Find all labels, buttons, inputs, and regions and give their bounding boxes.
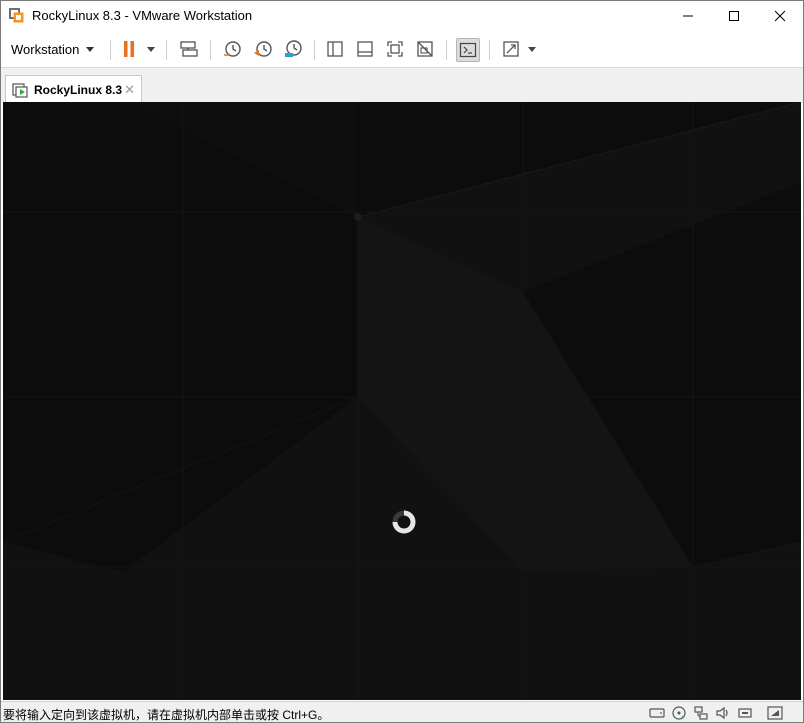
pause-icon	[124, 41, 134, 57]
close-icon	[774, 10, 786, 22]
toolbar-divider	[110, 40, 111, 60]
show-library-button[interactable]	[324, 38, 346, 60]
toolbar-divider	[314, 40, 315, 60]
console-view-button[interactable]	[456, 38, 480, 62]
take-snapshot-button[interactable]	[221, 38, 243, 60]
sound-icon[interactable]	[715, 706, 731, 720]
revert-snapshot-icon	[254, 41, 272, 57]
maximize-icon	[729, 11, 739, 21]
stretch-icon	[503, 41, 519, 57]
vmware-app-icon	[9, 8, 25, 24]
unity-icon	[417, 41, 433, 57]
loading-spinner-icon	[392, 510, 416, 534]
snapshot-manager-icon	[285, 40, 302, 57]
toolbar-divider	[210, 40, 211, 60]
snapshot-manager-button[interactable]	[282, 38, 304, 60]
stretch-guest-button[interactable]	[500, 38, 522, 60]
vm-background-pattern	[3, 102, 801, 700]
toolbar: Workstation	[1, 31, 803, 67]
cd-dvd-icon[interactable]	[671, 706, 687, 720]
thumbnail-icon	[357, 41, 373, 57]
message-icon[interactable]	[767, 706, 783, 720]
status-message: 要将输入定向到该虚拟机，请在虚拟机内部单击或按 Ctrl+G。	[3, 708, 330, 722]
send-ctrl-alt-del-button[interactable]	[178, 38, 200, 60]
vm-console-screen[interactable]	[3, 102, 801, 700]
usb-icon[interactable]	[737, 706, 753, 720]
maximize-button[interactable]	[711, 1, 757, 31]
sidebar-icon	[327, 41, 343, 57]
network-icon[interactable]	[693, 706, 709, 720]
vm-tab-strip: RockyLinux 8.3 ✕	[1, 67, 803, 103]
minimize-icon	[683, 15, 693, 17]
fullscreen-icon	[387, 41, 403, 57]
send-keys-icon	[180, 41, 198, 57]
snapshot-icon	[224, 41, 241, 57]
tab-close-icon[interactable]: ✕	[124, 82, 135, 98]
tab-label: RockyLinux 8.3	[34, 82, 123, 97]
toolbar-divider	[489, 40, 490, 60]
close-button[interactable]	[757, 1, 803, 31]
window-title: RockyLinux 8.3 - VMware Workstation	[32, 8, 253, 23]
toolbar-divider	[446, 40, 447, 60]
workstation-menu[interactable]: Workstation	[7, 37, 98, 61]
workstation-menu-label: Workstation	[11, 41, 80, 57]
vmware-window: RockyLinux 8.3 - VMware Workstation Work…	[0, 0, 804, 723]
unity-button[interactable]	[414, 38, 436, 60]
vm-running-icon	[12, 82, 28, 98]
title-bar[interactable]: RockyLinux 8.3 - VMware Workstation	[1, 1, 803, 31]
chevron-down-icon	[86, 46, 95, 52]
minimize-button[interactable]	[665, 1, 711, 31]
stretch-dropdown-chevron-icon[interactable]	[528, 47, 536, 52]
show-thumbnail-bar-button[interactable]	[354, 38, 376, 60]
toolbar-divider	[166, 40, 167, 60]
hard-disk-icon[interactable]	[649, 706, 665, 720]
revert-snapshot-button[interactable]	[252, 38, 274, 60]
pause-button[interactable]	[118, 38, 140, 60]
tab-rockylinux[interactable]: RockyLinux 8.3 ✕	[5, 75, 142, 103]
console-icon	[459, 42, 477, 58]
full-screen-button[interactable]	[384, 38, 406, 60]
status-bar: 要将输入定向到该虚拟机，请在虚拟机内部单击或按 Ctrl+G。	[1, 701, 803, 722]
power-dropdown-chevron-icon[interactable]	[147, 47, 155, 52]
